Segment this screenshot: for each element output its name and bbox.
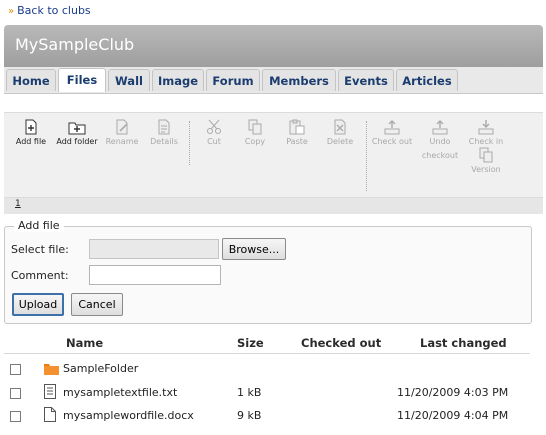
copy-label: Copy bbox=[244, 137, 266, 146]
delete-icon bbox=[334, 119, 346, 135]
row-checkbox[interactable] bbox=[10, 364, 21, 375]
club-header: MySampleClub bbox=[4, 25, 543, 67]
add-file-button[interactable]: Add file bbox=[12, 113, 50, 149]
cut-label: Cut bbox=[207, 137, 221, 146]
column-header-name[interactable]: Name bbox=[66, 336, 103, 350]
details-label: Details bbox=[150, 137, 178, 146]
version-icon bbox=[479, 147, 493, 163]
check-in-icon bbox=[478, 120, 494, 135]
rename-icon bbox=[116, 119, 128, 135]
version-button[interactable]: Version bbox=[464, 143, 508, 177]
column-header-last-changed[interactable]: Last changed bbox=[420, 336, 507, 350]
tab-home[interactable]: Home bbox=[6, 69, 56, 91]
undo-checkout-label-1: Undo bbox=[429, 137, 451, 146]
column-header-size[interactable]: Size bbox=[237, 336, 264, 350]
column-header-checked-out[interactable]: Checked out bbox=[301, 336, 381, 350]
undo-checkout-button[interactable]: Undo checkout bbox=[418, 113, 462, 163]
check-out-button[interactable]: Check out bbox=[370, 113, 414, 149]
file-name-link[interactable]: mysampletextfile.txt bbox=[63, 386, 177, 399]
header-divider bbox=[4, 353, 530, 354]
word-file-icon bbox=[44, 407, 56, 422]
club-title: MySampleClub bbox=[15, 35, 135, 54]
tab-members[interactable]: Members bbox=[262, 69, 336, 91]
table-row: mysampletextfile.txt 1 kB 11/20/2009 4:0… bbox=[0, 384, 546, 406]
add-folder-label: Add folder bbox=[56, 137, 98, 146]
add-file-icon bbox=[25, 119, 37, 135]
file-last-changed: 11/20/2009 4:04 PM bbox=[397, 409, 509, 422]
rename-label: Rename bbox=[105, 137, 139, 146]
text-file-icon bbox=[44, 384, 56, 399]
page-link[interactable]: 1 bbox=[15, 199, 21, 209]
cancel-button[interactable]: Cancel bbox=[71, 293, 123, 316]
version-label: Version bbox=[471, 165, 501, 174]
chevron-right-icon: » bbox=[8, 6, 15, 17]
copy-button[interactable]: Copy bbox=[236, 113, 274, 149]
file-last-changed: 11/20/2009 4:03 PM bbox=[397, 386, 509, 399]
back-link-text[interactable]: Back to clubs bbox=[17, 4, 91, 17]
details-icon bbox=[158, 119, 170, 135]
toolbar-separator bbox=[189, 121, 191, 165]
add-file-label: Add file bbox=[15, 137, 47, 146]
add-folder-button[interactable]: Add folder bbox=[54, 113, 100, 149]
upload-button[interactable]: Upload bbox=[12, 293, 64, 316]
table-row: SampleFolder bbox=[0, 360, 546, 382]
paste-button[interactable]: Paste bbox=[278, 113, 316, 149]
toolbar-separator bbox=[366, 121, 368, 191]
tab-events[interactable]: Events bbox=[338, 69, 394, 91]
cut-button[interactable]: Cut bbox=[196, 113, 232, 149]
tab-forum[interactable]: Forum bbox=[206, 69, 260, 91]
tab-bar: Home Files Wall Image Forum Members Even… bbox=[4, 67, 543, 94]
rename-button[interactable]: Rename bbox=[102, 113, 142, 149]
undo-checkout-icon bbox=[432, 120, 448, 135]
tab-articles[interactable]: Articles bbox=[396, 69, 458, 91]
details-button[interactable]: Details bbox=[144, 113, 184, 149]
table-row: mysamplewordfile.docx 9 kB 11/20/2009 4:… bbox=[0, 407, 546, 429]
tab-image[interactable]: Image bbox=[152, 69, 204, 91]
file-toolbar: Add file Add folder Rename Details Cut C… bbox=[4, 112, 543, 198]
copy-icon bbox=[248, 119, 262, 135]
tab-files[interactable]: Files bbox=[58, 68, 106, 92]
file-path-input[interactable] bbox=[89, 239, 219, 259]
delete-label: Delete bbox=[326, 137, 354, 146]
file-size: 9 kB bbox=[237, 409, 262, 422]
add-folder-icon bbox=[68, 122, 86, 135]
row-checkbox[interactable] bbox=[10, 388, 21, 399]
comment-label: Comment: bbox=[11, 269, 69, 282]
add-file-legend: Add file bbox=[14, 219, 64, 232]
paste-label: Paste bbox=[286, 137, 308, 146]
file-name-link[interactable]: SampleFolder bbox=[63, 362, 138, 375]
pager-bar: 1 bbox=[4, 198, 543, 214]
back-link[interactable]: » Back to clubs bbox=[8, 4, 91, 17]
undo-checkout-label-2: checkout bbox=[421, 151, 459, 160]
paste-icon bbox=[289, 119, 305, 135]
tab-wall[interactable]: Wall bbox=[108, 69, 150, 91]
comment-input[interactable] bbox=[89, 265, 221, 285]
file-name-link[interactable]: mysamplewordfile.docx bbox=[63, 409, 194, 422]
add-file-panel: Add file Select file: Browse... Comment:… bbox=[4, 219, 532, 324]
check-out-label: Check out bbox=[371, 137, 413, 146]
folder-icon bbox=[44, 364, 59, 375]
check-out-icon bbox=[384, 120, 400, 135]
select-file-label: Select file: bbox=[11, 243, 69, 256]
delete-button[interactable]: Delete bbox=[320, 113, 360, 149]
browse-button[interactable]: Browse... bbox=[222, 238, 286, 260]
file-size: 1 kB bbox=[237, 386, 262, 399]
row-checkbox[interactable] bbox=[10, 411, 21, 422]
scissors-icon bbox=[207, 119, 221, 134]
